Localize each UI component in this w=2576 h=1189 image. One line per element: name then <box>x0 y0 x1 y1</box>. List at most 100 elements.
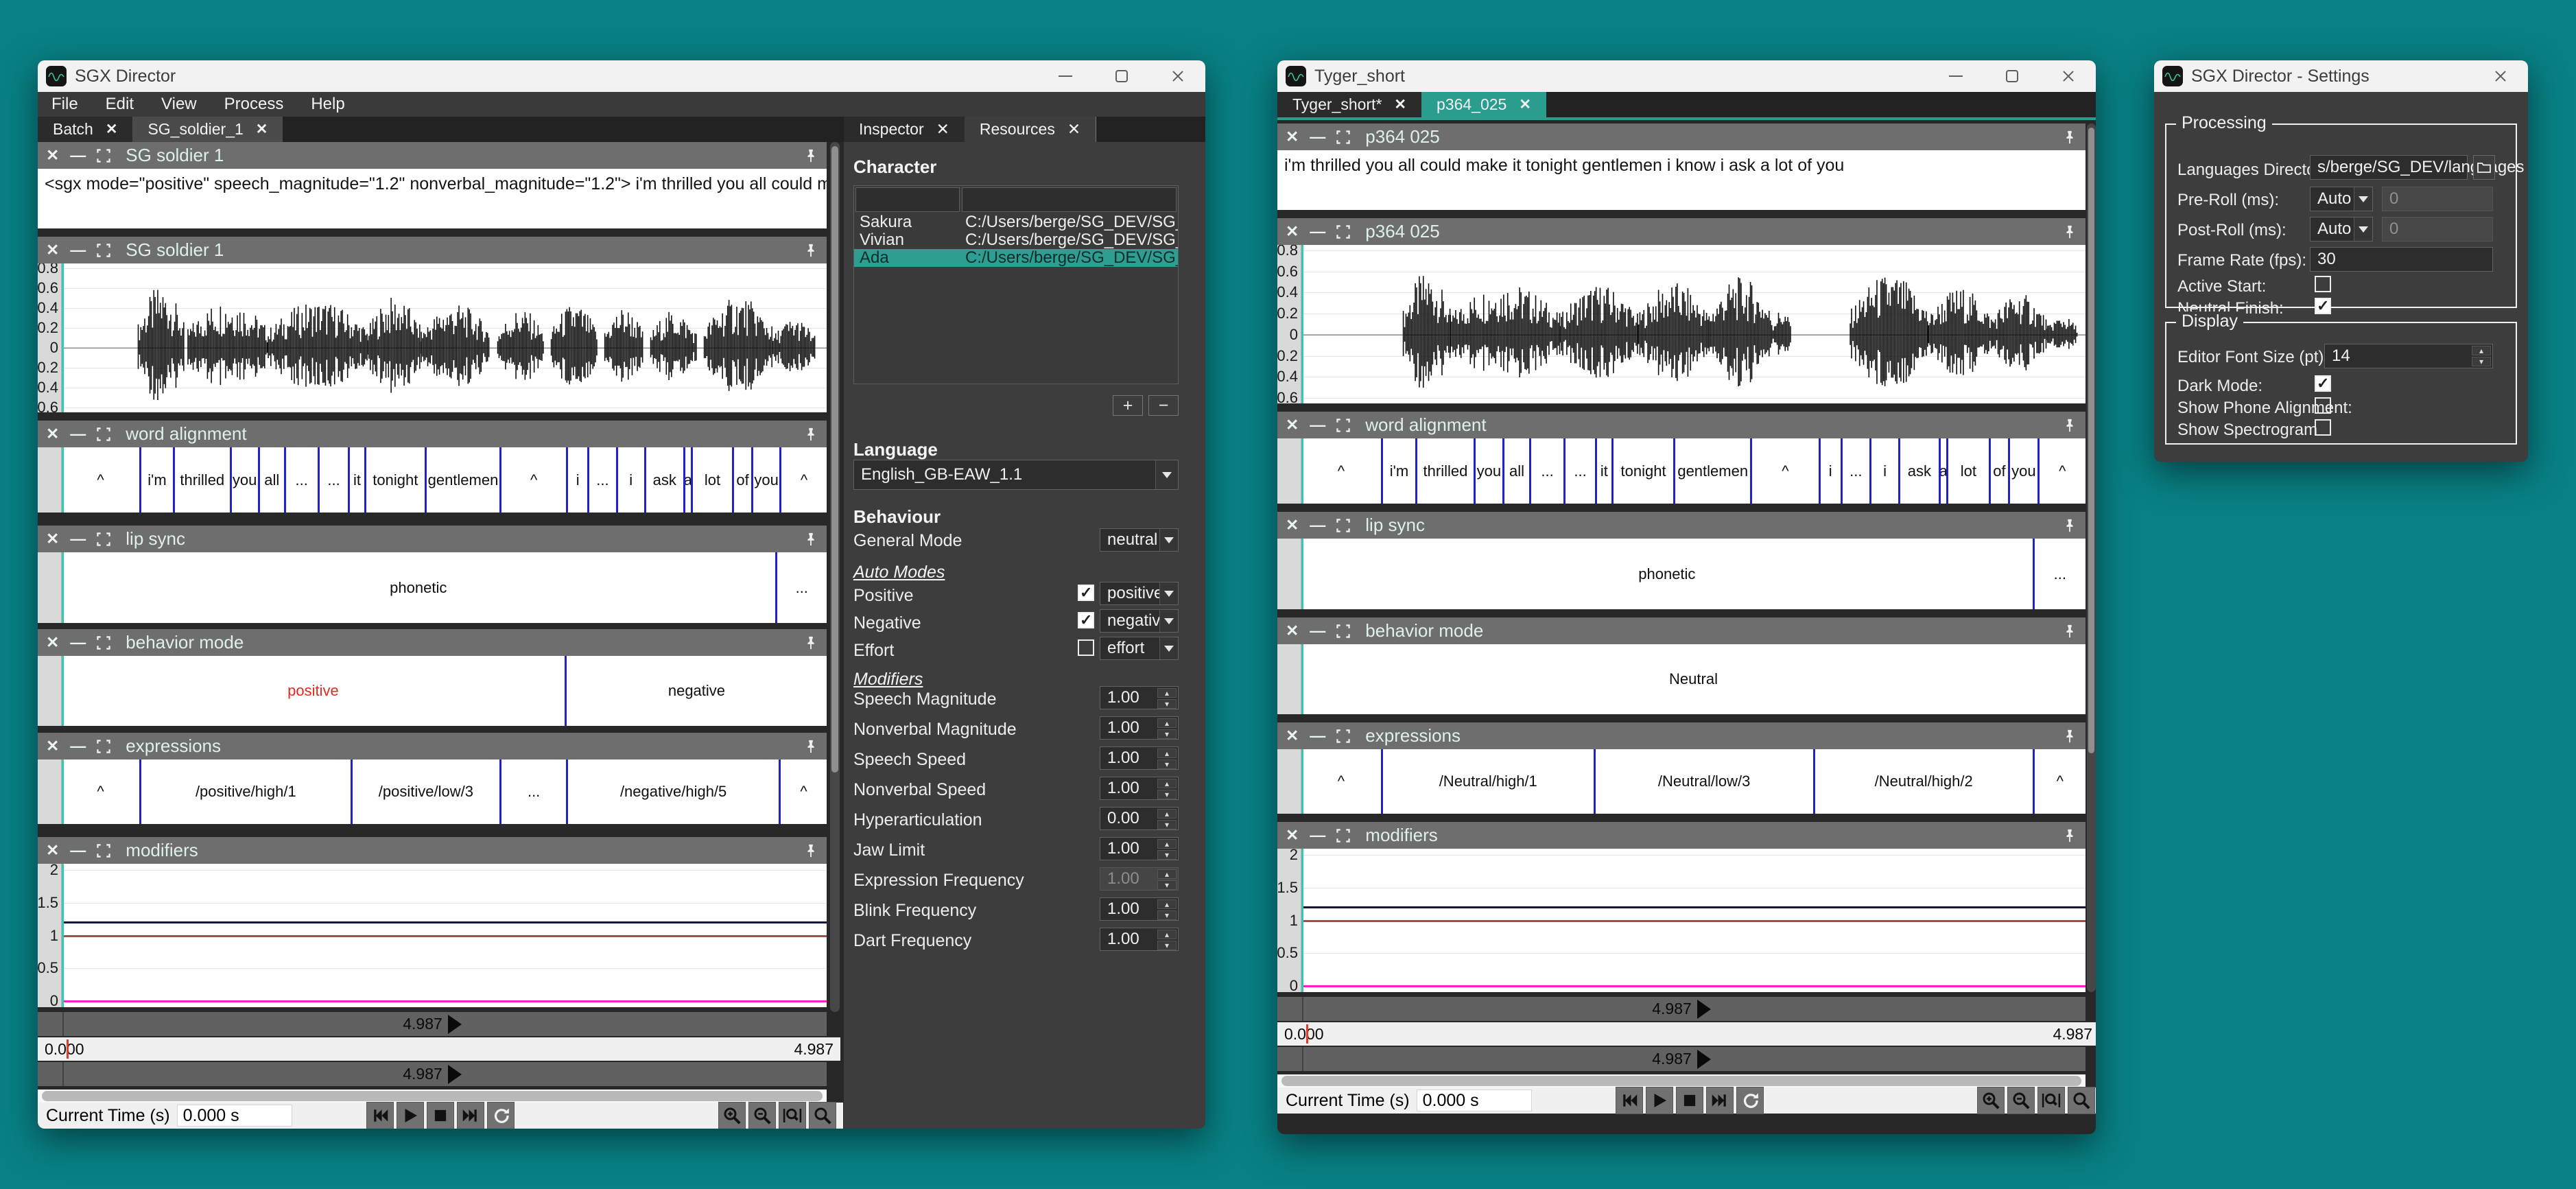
tab-close-icon[interactable]: ✕ <box>106 121 118 138</box>
vertical-scrollbar[interactable] <box>830 142 840 1012</box>
view-range-bar[interactable]: 4.987 <box>38 1062 827 1086</box>
loop-range-bar[interactable]: 4.987 <box>38 1012 827 1036</box>
table-row[interactable]: Sakura C:/Users/berge/SG_DEV/SG_Characte… <box>854 213 1178 231</box>
pin-icon[interactable] <box>803 532 818 547</box>
zoom-selection-button[interactable] <box>2068 1087 2095 1114</box>
tab-tyger-short[interactable]: Tyger_short* ✕ <box>1277 92 1421 117</box>
playhead[interactable] <box>62 552 64 623</box>
tab-batch[interactable]: Batch ✕ <box>38 117 132 142</box>
character-table[interactable]: Sakura C:/Users/berge/SG_DEV/SG_Characte… <box>853 185 1179 384</box>
panel-close-icon[interactable]: ✕ <box>1286 224 1299 239</box>
panel-close-icon[interactable]: ✕ <box>46 738 59 754</box>
zoom-out-button[interactable] <box>748 1102 776 1129</box>
scrollbar-thumb[interactable] <box>42 1091 823 1101</box>
segment[interactable]: /Neutral/low/3 <box>1596 749 1815 814</box>
segment[interactable]: ^ <box>62 447 141 513</box>
panel-expand-icon[interactable] <box>1336 624 1350 638</box>
tab-close-icon[interactable]: ✕ <box>1394 96 1406 113</box>
panel-minimize-icon[interactable]: — <box>70 635 86 650</box>
segment[interactable]: it <box>350 447 366 513</box>
spin-down-icon[interactable]: ▾ <box>1157 729 1177 739</box>
expressions-track[interactable]: ^/Neutral/high/1/Neutral/low/3/Neutral/h… <box>1301 749 2085 814</box>
waveform-plot[interactable] <box>62 263 827 412</box>
segment[interactable]: ... <box>1565 438 1597 504</box>
skip-start-button[interactable] <box>1616 1087 1643 1114</box>
segment[interactable]: tonight <box>1614 438 1675 504</box>
remove-character-button[interactable]: − <box>1148 395 1179 416</box>
spin-down-icon[interactable]: ▾ <box>2472 357 2491 366</box>
loop-button[interactable] <box>1736 1087 1764 1114</box>
tab-resources[interactable]: Resources ✕ <box>965 117 1096 142</box>
panel-close-icon[interactable]: ✕ <box>1286 417 1299 433</box>
stop-button[interactable] <box>427 1102 454 1129</box>
spin-up-icon[interactable]: ▴ <box>2472 346 2491 355</box>
panel-minimize-icon[interactable]: — <box>1310 129 1325 145</box>
zoom-in-button[interactable] <box>718 1102 746 1129</box>
pin-icon[interactable] <box>803 427 818 442</box>
playhead[interactable] <box>1301 539 1303 609</box>
pin-icon[interactable] <box>2062 130 2077 145</box>
horizontal-scrollbar[interactable] <box>1277 1074 2085 1087</box>
menu-edit[interactable]: Edit <box>106 95 134 114</box>
panel-close-icon[interactable]: ✕ <box>1286 623 1299 639</box>
zoom-out-button[interactable] <box>2007 1087 2035 1114</box>
negative-mode-select[interactable]: negative <box>1100 609 1179 633</box>
sgx-text-editor[interactable]: <sgx mode="positive" speech_magnitude="1… <box>38 169 827 228</box>
panel-header[interactable]: ✕ — expressions <box>38 733 827 760</box>
font-size-stepper[interactable]: 14 ▴▾ <box>2324 344 2493 368</box>
panel-header[interactable]: ✕ — SG soldier 1 <box>38 237 827 263</box>
spin-up-icon[interactable]: ▴ <box>1157 930 1177 939</box>
spin-down-icon[interactable]: ▾ <box>1157 850 1177 860</box>
panel-minimize-icon[interactable]: — <box>1310 417 1325 433</box>
active-start-checkbox[interactable] <box>2315 276 2331 292</box>
panel-close-icon[interactable]: ✕ <box>46 635 59 650</box>
segment[interactable]: ^ <box>62 760 141 824</box>
playhead[interactable] <box>62 864 64 1007</box>
segment[interactable]: ^ <box>2035 749 2085 814</box>
playhead[interactable] <box>62 447 64 513</box>
panel-close-icon[interactable]: ✕ <box>46 148 59 163</box>
skip-end-button[interactable] <box>1706 1087 1734 1114</box>
segment[interactable]: positive <box>62 656 567 726</box>
panel-close-icon[interactable]: ✕ <box>46 426 59 442</box>
lip-sync-track[interactable]: phonetic... <box>62 552 827 623</box>
spin-up-icon[interactable]: ▴ <box>1157 809 1177 819</box>
panel-expand-icon[interactable] <box>1336 130 1350 144</box>
segment[interactable]: gentlemen <box>1675 438 1752 504</box>
panel-expand-icon[interactable] <box>97 844 110 858</box>
panel-expand-icon[interactable] <box>1336 225 1350 239</box>
panel-minimize-icon[interactable]: — <box>70 738 86 754</box>
panel-minimize-icon[interactable]: — <box>70 242 86 258</box>
segment[interactable]: ^ <box>1301 749 1383 814</box>
modifier-curve[interactable] <box>62 1000 827 1002</box>
segment[interactable]: ... <box>589 447 617 513</box>
lip-sync-track[interactable]: phonetic... <box>1301 539 2085 609</box>
segment[interactable]: tonight <box>366 447 427 513</box>
segment[interactable]: negative <box>567 656 827 726</box>
maximize-button-icon[interactable] <box>2004 68 2020 84</box>
modifier-stepper[interactable]: 1.00▴▾ <box>1100 686 1179 709</box>
pin-icon[interactable] <box>2062 418 2077 433</box>
segment[interactable]: /Neutral/high/2 <box>1815 749 2035 814</box>
titlebar[interactable]: Tyger_short <box>1277 60 2096 92</box>
panel-minimize-icon[interactable]: — <box>1310 728 1325 744</box>
spin-up-icon[interactable]: ▴ <box>1157 779 1177 788</box>
panel-expand-icon[interactable] <box>97 740 110 753</box>
modifier-stepper[interactable]: 0.00▴▾ <box>1100 807 1179 830</box>
modifier-stepper[interactable]: 1.00▴▾ <box>1100 777 1179 800</box>
panel-close-icon[interactable]: ✕ <box>46 242 59 258</box>
current-time-field[interactable]: 0.000 s <box>1417 1090 1532 1111</box>
modifiers-plot[interactable] <box>1301 849 2085 992</box>
tab-sg-soldier-1[interactable]: SG_soldier_1 ✕ <box>132 117 283 142</box>
modifier-curve[interactable] <box>62 921 827 923</box>
panel-header[interactable]: ✕ — behavior mode <box>1277 617 2085 644</box>
range-handle-icon[interactable] <box>1697 1050 1711 1069</box>
modifiers-plot[interactable] <box>62 864 827 1007</box>
current-time-field[interactable]: 0.000 s <box>177 1105 292 1127</box>
behavior-mode-track[interactable]: Neutral <box>1301 644 2085 714</box>
panel-close-icon[interactable]: ✕ <box>1286 827 1299 843</box>
panel-header[interactable]: ✕ — SG soldier 1 <box>38 142 827 169</box>
panel-header[interactable]: ✕ — behavior mode <box>38 629 827 656</box>
segment[interactable]: i <box>568 447 589 513</box>
segment[interactable]: ^ <box>2040 438 2085 504</box>
